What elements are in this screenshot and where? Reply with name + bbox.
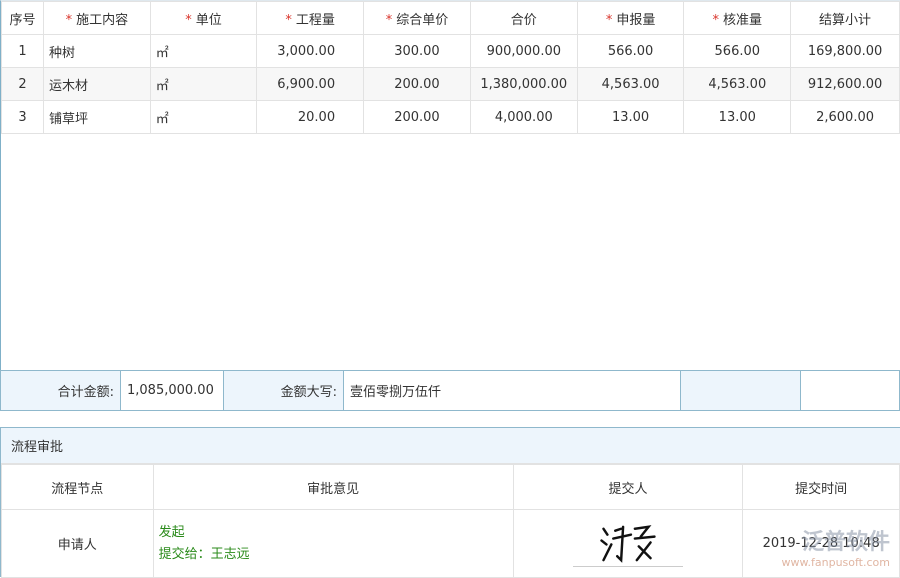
total-label: 合计金额: — [1, 371, 121, 410]
summary-blank-value — [801, 371, 899, 410]
required-star: * — [713, 13, 720, 28]
table-cell: 566.00 — [684, 35, 791, 68]
table-cell: 300.00 — [364, 35, 471, 68]
table-cell: 2 — [2, 68, 44, 101]
table-cell: 3 — [2, 101, 44, 134]
column-header: 序号 — [2, 2, 44, 35]
table-cell: ㎡ — [150, 101, 257, 134]
required-star: * — [386, 13, 393, 28]
items-grid: 序号*施工内容*单位*工程量*综合单价合价*申报量*核准量结算小计 1种树㎡3,… — [0, 0, 900, 370]
column-header-label: 结算小计 — [819, 13, 871, 28]
total-value: 1,085,000.00 — [121, 371, 224, 410]
table-cell: ㎡ — [150, 68, 257, 101]
table-cell: 种树 — [43, 35, 150, 68]
table-cell: 6,900.00 — [257, 68, 364, 101]
node-cell: 申请人 — [2, 510, 154, 578]
table-cell: 铺草坪 — [43, 101, 150, 134]
column-header-label: 核准量 — [723, 13, 762, 28]
approval-section: 流程审批 流程节点 审批意见 提交人 提交时间 申请人 发起 提交给：王志远 2… — [0, 427, 900, 577]
table-cell: 1 — [2, 35, 44, 68]
table-cell: 13.00 — [577, 101, 684, 134]
table-cell: 20.00 — [257, 101, 364, 134]
submitter-cell — [513, 510, 743, 578]
column-header-label: 申报量 — [616, 13, 655, 28]
watermark-url: www.fanpusoft.com — [782, 556, 890, 569]
opinion-text: 发起 — [159, 522, 513, 544]
header-opinion: 审批意见 — [153, 465, 513, 510]
column-header-label: 合价 — [511, 13, 537, 28]
column-header-label: 单位 — [196, 13, 222, 28]
column-header: 合价 — [470, 2, 577, 35]
required-star: * — [185, 13, 192, 28]
upper-value: 壹佰零捌万伍仟 — [344, 371, 681, 410]
table-row[interactable]: 2运木材㎡6,900.00200.001,380,000.004,563.004… — [2, 68, 900, 101]
column-header: *申报量 — [577, 2, 684, 35]
column-header-label: 序号 — [9, 13, 35, 28]
approval-title: 流程审批 — [1, 428, 900, 464]
submit-to-text: 提交给：王志远 — [159, 544, 513, 566]
required-star: * — [285, 13, 292, 28]
table-cell: 900,000.00 — [470, 35, 577, 68]
column-header: *核准量 — [684, 2, 791, 35]
watermark-brand: 泛普软件 — [782, 524, 890, 556]
column-header-label: 施工内容 — [76, 13, 128, 28]
required-star: * — [606, 13, 613, 28]
column-header-label: 工程量 — [296, 13, 335, 28]
header-submitter: 提交人 — [513, 465, 743, 510]
table-cell: 169,800.00 — [791, 35, 900, 68]
table-cell: 13.00 — [684, 101, 791, 134]
table-header: 序号*施工内容*单位*工程量*综合单价合价*申报量*核准量结算小计 — [2, 2, 900, 35]
header-node: 流程节点 — [2, 465, 154, 510]
table-cell: 3,000.00 — [257, 35, 364, 68]
required-star: * — [66, 13, 73, 28]
table-cell: 2,600.00 — [791, 101, 900, 134]
table-cell: 4,563.00 — [577, 68, 684, 101]
column-header: 结算小计 — [791, 2, 900, 35]
column-header: * 工程量 — [257, 2, 364, 35]
table-cell: 912,600.00 — [791, 68, 900, 101]
table-cell: 1,380,000.00 — [470, 68, 577, 101]
table-row[interactable]: 1种树㎡3,000.00300.00900,000.00566.00566.00… — [2, 35, 900, 68]
upper-label: 金额大写: — [224, 371, 344, 410]
summary-blank-label — [681, 371, 801, 410]
table-cell: 200.00 — [364, 68, 471, 101]
table-cell: 566.00 — [577, 35, 684, 68]
header-time: 提交时间 — [743, 465, 900, 510]
column-header-label: 综合单价 — [396, 13, 448, 28]
table-cell: 200.00 — [364, 101, 471, 134]
column-header: * 单位 — [150, 2, 257, 35]
items-table: 序号*施工内容*单位*工程量*综合单价合价*申报量*核准量结算小计 1种树㎡3,… — [1, 1, 900, 134]
table-row[interactable]: 3铺草坪㎡20.00200.004,000.0013.0013.002,600.… — [2, 101, 900, 134]
approval-table: 流程节点 审批意见 提交人 提交时间 申请人 发起 提交给：王志远 2019-1… — [1, 464, 900, 578]
summary-row: 合计金额: 1,085,000.00 金额大写: 壹佰零捌万伍仟 — [0, 370, 900, 411]
table-cell: ㎡ — [150, 35, 257, 68]
column-header: *综合单价 — [364, 2, 471, 35]
table-cell: 运木材 — [43, 68, 150, 101]
signature-image — [573, 517, 683, 567]
table-cell: 4,000.00 — [470, 101, 577, 134]
column-header: *施工内容 — [43, 2, 150, 35]
opinion-cell: 发起 提交给：王志远 — [153, 510, 513, 578]
table-cell: 4,563.00 — [684, 68, 791, 101]
watermark: 泛普软件 www.fanpusoft.com — [782, 524, 890, 569]
